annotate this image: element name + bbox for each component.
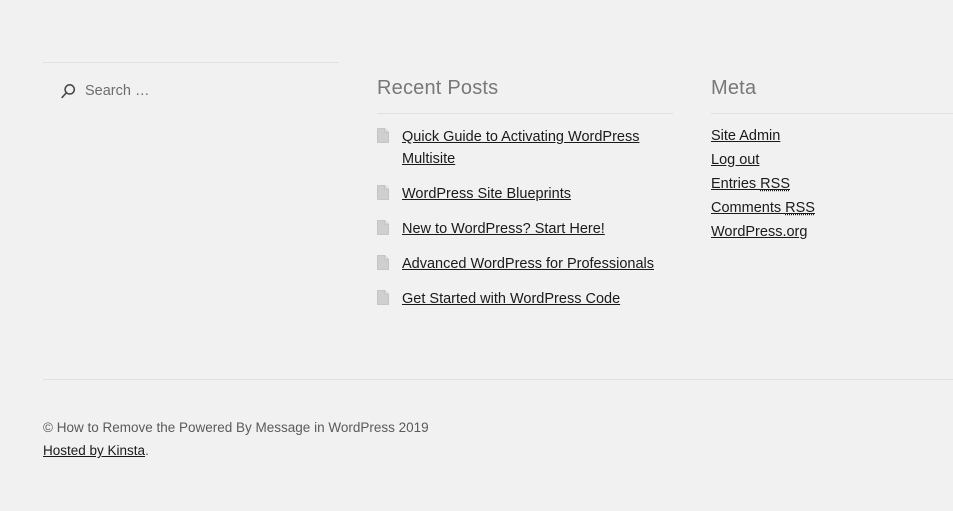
recent-post-link[interactable]: New to WordPress? Start Here! — [402, 221, 605, 237]
search-widget — [43, 62, 339, 106]
document-icon — [377, 185, 389, 200]
list-item: Entries RSS — [711, 172, 953, 196]
search-input[interactable] — [43, 80, 293, 102]
recent-post-link[interactable]: Quick Guide to Activating WordPress Mult… — [402, 129, 639, 167]
meta-widget: Meta Site Admin Log out Entries RSS Comm… — [711, 62, 953, 244]
rss-abbr: RSS — [785, 200, 815, 216]
list-item: Get Started with WordPress Code — [377, 288, 673, 310]
meta-link-text: Entries — [711, 176, 761, 192]
list-item: Log out — [711, 148, 953, 172]
meta-link-text: Log out — [711, 152, 760, 168]
document-icon — [377, 255, 389, 270]
search-form[interactable] — [43, 80, 339, 106]
meta-link-entries-rss[interactable]: Entries RSS — [711, 176, 790, 192]
recent-posts-title: Recent Posts — [377, 77, 499, 99]
meta-link-site-admin[interactable]: Site Admin — [711, 128, 780, 144]
recent-post-link[interactable]: Get Started with WordPress Code — [402, 291, 620, 307]
rss-abbr: RSS — [760, 176, 790, 192]
meta-link-text: WordPress.org — [711, 224, 808, 240]
meta-link-text: Site Admin — [711, 128, 781, 144]
recent-posts-divider — [377, 113, 673, 114]
footer-copyright: © How to Remove the Powered By Message i… — [43, 420, 429, 435]
site-footer: © How to Remove the Powered By Message i… — [43, 379, 953, 462]
list-item: Site Admin — [711, 124, 953, 148]
sidebar-widget-area: Recent Posts Quick Guide to Activating W… — [0, 0, 953, 372]
recent-posts-widget: Recent Posts Quick Guide to Activating W… — [377, 62, 673, 310]
document-icon — [377, 128, 389, 143]
meta-list: Site Admin Log out Entries RSS Comments … — [711, 124, 953, 244]
footer-host-line: Hosted by Kinsta. — [43, 439, 953, 462]
meta-divider — [711, 113, 953, 114]
meta-link-text: Comments — [711, 200, 786, 216]
meta-link-comments-rss[interactable]: Comments RSS — [711, 200, 815, 216]
document-icon — [377, 290, 389, 305]
recent-post-link[interactable]: WordPress Site Blueprints — [402, 186, 571, 202]
document-icon — [377, 220, 389, 235]
list-item: WordPress Site Blueprints — [377, 183, 673, 205]
list-item: Comments RSS — [711, 196, 953, 220]
meta-link-wordpress-org[interactable]: WordPress.org — [711, 224, 807, 240]
footer-host-suffix: . — [145, 443, 149, 458]
list-item: Advanced WordPress for Professionals — [377, 253, 673, 275]
list-item: New to WordPress? Start Here! — [377, 218, 673, 240]
meta-title: Meta — [711, 77, 757, 99]
list-item: WordPress.org — [711, 220, 953, 244]
footer-host-link[interactable]: Hosted by Kinsta — [43, 443, 145, 458]
meta-link-log-out[interactable]: Log out — [711, 152, 759, 168]
search-widget-divider — [43, 62, 339, 63]
recent-posts-list: Quick Guide to Activating WordPress Mult… — [377, 126, 673, 310]
list-item: Quick Guide to Activating WordPress Mult… — [377, 126, 673, 170]
search-icon — [60, 83, 77, 100]
recent-post-link[interactable]: Advanced WordPress for Professionals — [402, 256, 654, 272]
